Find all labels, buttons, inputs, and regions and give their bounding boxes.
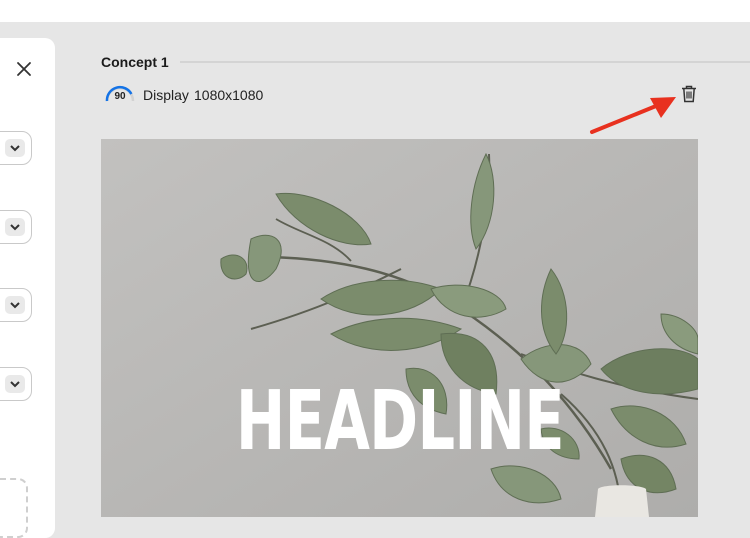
format-type: Display (143, 87, 189, 103)
creative-preview[interactable]: HEADLINE (101, 139, 698, 517)
top-bar (0, 0, 750, 22)
score-gauge: 90 (104, 83, 136, 105)
dropdown-3[interactable] (0, 288, 32, 322)
concept-title: Concept 1 (101, 54, 169, 70)
close-button[interactable] (13, 58, 35, 80)
delete-button[interactable] (679, 84, 699, 104)
headline-text: HEADLINE (235, 374, 565, 469)
chevron-down-icon (5, 139, 25, 157)
dropdown-4[interactable] (0, 367, 32, 401)
add-drop-zone[interactable] (0, 478, 28, 538)
annotation-arrow (590, 97, 676, 134)
chevron-down-icon (5, 375, 25, 393)
divider (180, 61, 750, 63)
close-icon (17, 62, 31, 76)
dropdown-2[interactable] (0, 210, 32, 244)
dropdown-1[interactable] (0, 131, 32, 165)
format-size: 1080x1080 (194, 87, 264, 103)
chevron-down-icon (5, 218, 25, 236)
trash-icon (682, 85, 696, 103)
chevron-down-icon (5, 296, 25, 314)
score-value: 90 (114, 91, 126, 102)
